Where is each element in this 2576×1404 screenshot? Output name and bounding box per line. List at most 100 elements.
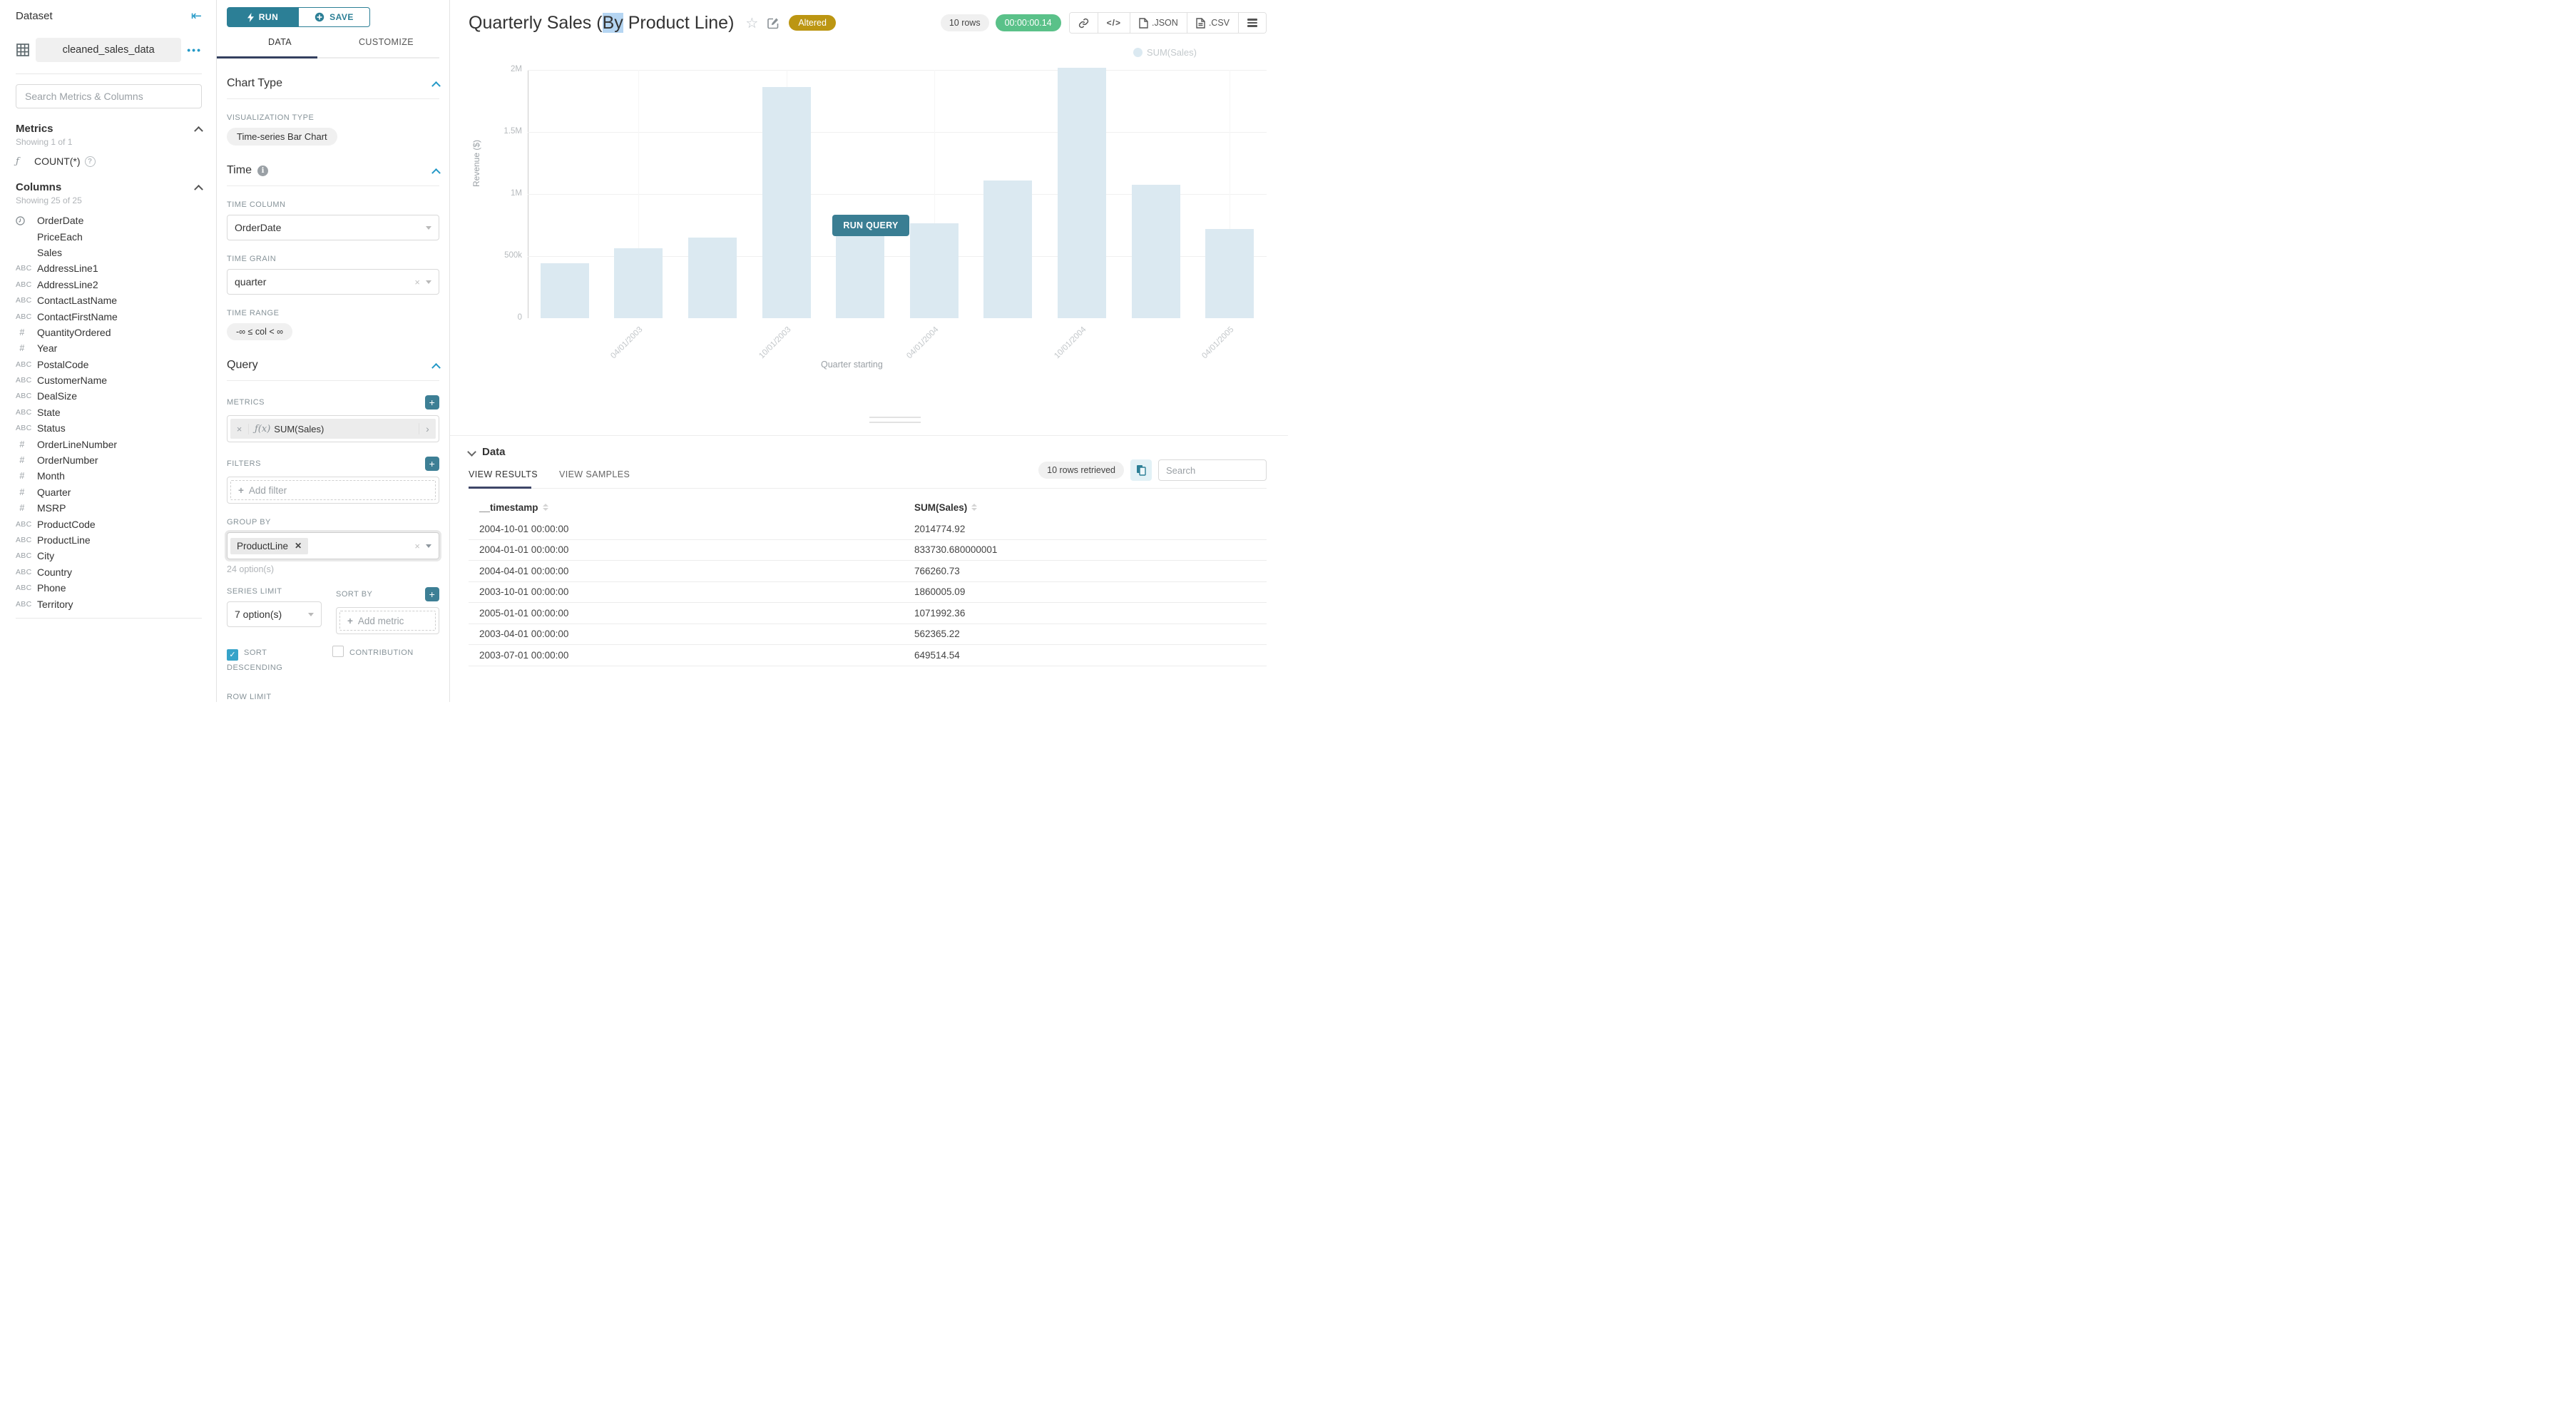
column-item[interactable]: ABCState: [16, 405, 202, 420]
edit-properties-icon[interactable]: [767, 16, 780, 30]
column-header-sum-sales[interactable]: SUM(Sales): [904, 502, 1267, 513]
column-label: Sales: [37, 247, 62, 258]
run-button[interactable]: RUN: [227, 7, 299, 27]
column-item[interactable]: #OrderNumber: [16, 452, 202, 468]
clear-icon[interactable]: ×: [414, 541, 420, 551]
column-label: OrderLineNumber: [37, 439, 117, 450]
contribution-checkbox[interactable]: CONTRIBUTION: [332, 646, 414, 674]
export-json-button[interactable]: .JSON: [1130, 13, 1187, 33]
column-item[interactable]: ABCCustomerName: [16, 372, 202, 388]
time-grain-select[interactable]: quarter ×: [227, 269, 439, 295]
sort-icon: [543, 504, 548, 511]
time-section-header[interactable]: Timei: [227, 164, 439, 186]
sort-descending-checkbox[interactable]: ✓SORT DESCENDING: [227, 646, 311, 674]
metrics-label: METRICS: [227, 398, 265, 407]
column-item[interactable]: #QuantityOrdered: [16, 325, 202, 340]
chart-menu-button[interactable]: [1238, 13, 1266, 33]
search-metrics-columns-input[interactable]: [16, 84, 202, 108]
bar[interactable]: [1058, 68, 1106, 318]
copy-link-button[interactable]: [1070, 13, 1098, 33]
tab-data[interactable]: DATA: [227, 37, 333, 57]
column-item[interactable]: ABCDealSize: [16, 388, 202, 404]
add-filter-button[interactable]: +: [425, 457, 439, 471]
legend-item[interactable]: SUM(Sales): [1133, 47, 1197, 58]
panel-resize-handle[interactable]: [869, 417, 921, 427]
query-section-header[interactable]: Query: [227, 359, 439, 381]
column-item[interactable]: ABCAddressLine2: [16, 277, 202, 292]
metric-chip[interactable]: × ƒ(x)SUM(Sales) ›: [230, 419, 436, 439]
metrics-collapse-icon[interactable]: [194, 126, 203, 136]
column-item[interactable]: Sales: [16, 245, 202, 260]
column-item[interactable]: #Quarter: [16, 484, 202, 500]
time-range-value[interactable]: -∞ ≤ col < ∞: [227, 323, 292, 340]
dataset-more-icon[interactable]: •••: [187, 44, 202, 56]
bar[interactable]: [983, 180, 1032, 318]
column-item[interactable]: ABCAddressLine1: [16, 260, 202, 276]
bar[interactable]: [688, 238, 737, 318]
results-search-input[interactable]: [1158, 459, 1267, 481]
data-panel-title: Data: [482, 446, 506, 458]
column-item[interactable]: #Month: [16, 468, 202, 484]
embed-code-button[interactable]: </>: [1098, 13, 1130, 33]
column-item[interactable]: PriceEach: [16, 228, 202, 244]
remove-chip-icon[interactable]: ✕: [295, 541, 302, 551]
bar[interactable]: [1205, 229, 1254, 318]
column-item[interactable]: ABCPhone: [16, 580, 202, 596]
tab-view-samples[interactable]: VIEW SAMPLES: [559, 469, 630, 479]
run-query-button[interactable]: RUN QUERY: [832, 215, 909, 236]
add-sort-metric-button[interactable]: +: [425, 587, 439, 601]
column-item[interactable]: ABCCity: [16, 548, 202, 564]
remove-metric-icon[interactable]: ×: [230, 424, 249, 434]
collapse-sidebar-icon[interactable]: ⇤: [191, 9, 202, 24]
dataset-panel-title: Dataset: [16, 10, 53, 22]
abc-icon: ABC: [16, 520, 37, 529]
add-metric-button[interactable]: +: [425, 395, 439, 410]
results-panel: Data VIEW RESULTS VIEW SAMPLES 10 rows r…: [450, 435, 1288, 702]
column-item[interactable]: ABCContactLastName: [16, 292, 202, 308]
cell-timestamp: 2003-07-01 00:00:00: [469, 650, 904, 661]
columns-collapse-icon[interactable]: [194, 185, 203, 194]
column-item[interactable]: ABCTerritory: [16, 596, 202, 611]
column-item[interactable]: #Year: [16, 340, 202, 356]
column-item[interactable]: OrderDate: [16, 213, 202, 228]
column-item[interactable]: #OrderLineNumber: [16, 436, 202, 452]
save-button[interactable]: SAVE: [299, 7, 370, 27]
time-column-select[interactable]: OrderDate: [227, 215, 439, 240]
metric-item[interactable]: ƒ COUNT(*) ?: [16, 156, 202, 167]
viz-type-value[interactable]: Time-series Bar Chart: [227, 128, 337, 146]
column-item[interactable]: #MSRP: [16, 500, 202, 516]
chevron-right-icon[interactable]: ›: [419, 423, 436, 434]
help-icon[interactable]: ?: [85, 156, 96, 167]
bar[interactable]: [762, 87, 811, 318]
bar[interactable]: [541, 263, 589, 318]
filters-control: +Add filter: [227, 477, 439, 504]
add-sort-metric-dropzone[interactable]: +Add metric: [339, 611, 436, 631]
bar[interactable]: [910, 223, 959, 318]
copy-data-button[interactable]: [1130, 459, 1152, 481]
export-csv-button[interactable]: .CSV: [1187, 13, 1238, 33]
add-filter-dropzone[interactable]: +Add filter: [230, 480, 436, 500]
tab-customize[interactable]: CUSTOMIZE: [333, 37, 439, 57]
column-header-timestamp[interactable]: __timestamp: [469, 502, 904, 513]
chart-type-section-header[interactable]: Chart Type: [227, 77, 439, 99]
dataset-name[interactable]: cleaned_sales_data: [36, 38, 181, 62]
series-limit-select[interactable]: 7 option(s): [227, 601, 322, 627]
bar[interactable]: [1132, 185, 1180, 318]
column-item[interactable]: ABCProductCode: [16, 516, 202, 531]
checkbox-unchecked-icon[interactable]: [332, 646, 344, 657]
checkbox-checked-icon[interactable]: ✓: [227, 649, 238, 661]
tab-view-results[interactable]: VIEW RESULTS: [469, 469, 538, 479]
column-item[interactable]: ABCProductLine: [16, 532, 202, 548]
collapse-data-icon[interactable]: [467, 447, 476, 457]
clear-icon[interactable]: ×: [414, 277, 420, 288]
table-row: 2004-04-01 00:00:00766260.73: [469, 561, 1267, 582]
group-by-select[interactable]: ProductLine✕ ×: [227, 532, 439, 559]
favorite-star-icon[interactable]: ☆: [745, 14, 758, 32]
bar[interactable]: [614, 248, 663, 318]
column-item[interactable]: ABCPostalCode: [16, 357, 202, 372]
column-item[interactable]: ABCContactFirstName: [16, 308, 202, 324]
column-item[interactable]: ABCCountry: [16, 564, 202, 580]
column-item[interactable]: ABCStatus: [16, 420, 202, 436]
group-by-chip[interactable]: ProductLine✕: [230, 538, 308, 554]
table-row: 2004-01-01 00:00:00833730.680000001: [469, 540, 1267, 561]
